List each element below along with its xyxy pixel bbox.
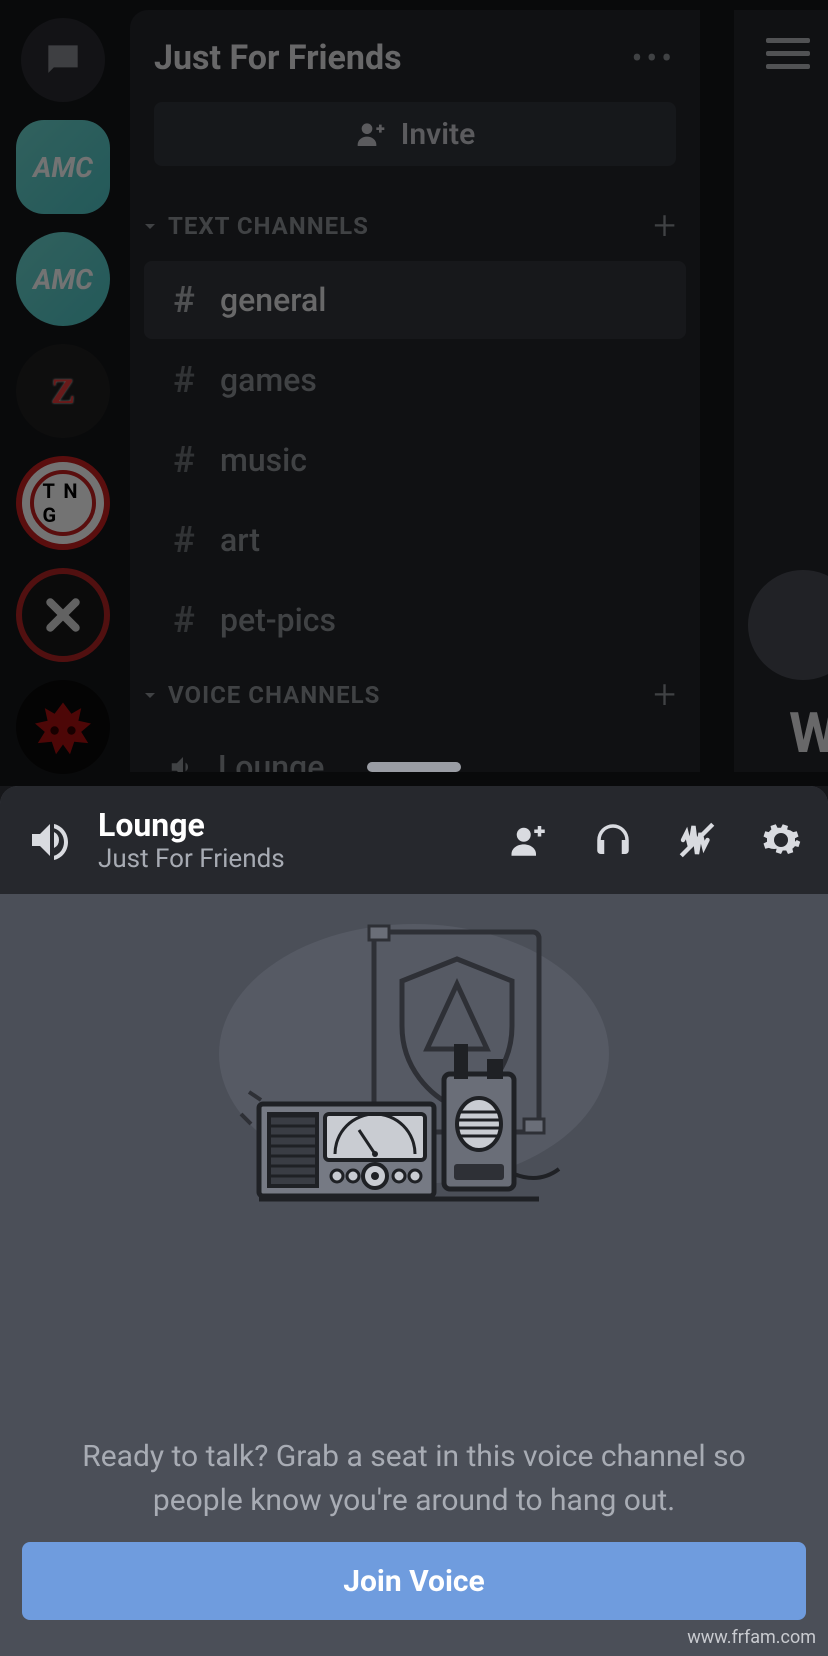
- server-rail: AMC AMC Z T N G: [0, 0, 126, 786]
- text-channel-games[interactable]: # games: [144, 341, 686, 419]
- hash-icon: #: [168, 359, 200, 401]
- sheet-drag-handle[interactable]: [367, 762, 461, 772]
- voice-server-name: Just For Friends: [98, 844, 484, 874]
- hash-icon: #: [168, 279, 200, 321]
- hash-icon: #: [168, 519, 200, 561]
- join-voice-button[interactable]: Join Voice: [22, 1542, 806, 1620]
- voice-prompt: Ready to talk? Grab a seat in this voice…: [0, 1435, 828, 1522]
- speaker-icon: [26, 816, 74, 864]
- server-z[interactable]: Z: [16, 344, 110, 438]
- channel-label: games: [220, 361, 317, 399]
- voice-sheet: Lounge Just For Friends: [0, 786, 828, 1656]
- server-title: Just For Friends: [154, 38, 402, 78]
- add-user-icon: [355, 118, 387, 150]
- channel-label: art: [220, 521, 260, 559]
- text-channel-pet-pics[interactable]: # pet-pics: [144, 581, 686, 659]
- server-header[interactable]: Just For Friends •••: [130, 10, 700, 102]
- member-initial: W: [789, 700, 828, 766]
- hash-icon: #: [168, 439, 200, 481]
- voice-body: Ready to talk? Grab a seat in this voice…: [0, 894, 828, 1542]
- members-panel-sliver[interactable]: W: [734, 10, 828, 772]
- join-voice-label: Join Voice: [343, 1564, 485, 1599]
- voice-channels-header[interactable]: VOICE CHANNELS +: [130, 661, 700, 728]
- voice-illustration: [199, 914, 629, 1244]
- text-channel-general[interactable]: # general: [144, 261, 686, 339]
- noise-suppression-icon[interactable]: [676, 819, 718, 861]
- channel-panel: Just For Friends ••• Invite TEXT CHANNEL…: [130, 10, 700, 772]
- server-bowser[interactable]: [16, 680, 110, 774]
- text-channels-header[interactable]: TEXT CHANNELS +: [130, 192, 700, 259]
- add-text-channel-icon[interactable]: +: [653, 202, 676, 249]
- hamburger-icon[interactable]: [766, 30, 810, 77]
- chevron-down-icon: [138, 214, 162, 238]
- bowser-icon: [28, 692, 98, 762]
- server-menu-icon[interactable]: •••: [632, 39, 676, 77]
- watermark: www.frfam.com: [687, 1627, 816, 1648]
- hash-icon: #: [168, 599, 200, 641]
- gear-icon[interactable]: [760, 819, 802, 861]
- speech-bubble-icon: [41, 38, 85, 82]
- channel-label: Lounge: [218, 748, 324, 772]
- voice-actions: [508, 819, 802, 861]
- server-amc-2[interactable]: AMC: [16, 232, 110, 326]
- voice-channel-name: Lounge: [98, 806, 484, 844]
- text-channels-label: TEXT CHANNELS: [168, 212, 369, 240]
- text-channel-list: # general # games # music # art # pet-pics: [130, 261, 700, 659]
- text-channel-music[interactable]: # music: [144, 421, 686, 499]
- voice-channels-label: VOICE CHANNELS: [168, 681, 380, 709]
- text-channel-art[interactable]: # art: [144, 501, 686, 579]
- channel-label: music: [220, 441, 307, 479]
- dm-button[interactable]: [21, 18, 105, 102]
- headphones-icon[interactable]: [592, 819, 634, 861]
- add-voice-channel-icon[interactable]: +: [653, 671, 676, 718]
- speaker-icon: [168, 752, 198, 772]
- invite-label: Invite: [401, 117, 475, 152]
- server-amc-1[interactable]: AMC: [16, 120, 110, 214]
- server-tools[interactable]: [16, 568, 110, 662]
- server-tng[interactable]: T N G: [16, 456, 110, 550]
- voice-header: Lounge Just For Friends: [0, 786, 828, 894]
- chevron-down-icon: [138, 683, 162, 707]
- channel-label: general: [220, 281, 326, 319]
- add-user-icon[interactable]: [508, 819, 550, 861]
- invite-button[interactable]: Invite: [154, 102, 676, 166]
- channel-label: pet-pics: [220, 601, 336, 639]
- member-avatar: [748, 570, 828, 680]
